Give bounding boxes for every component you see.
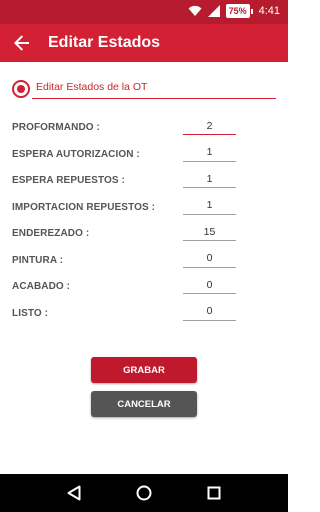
field-label: ACABADO : [12,281,71,292]
ot-underline [32,98,276,99]
field-row-pintura: PINTURA : [12,247,276,274]
field-label: PINTURA : [12,254,64,266]
field-row-espera-autorizacion: ESPERA AUTORIZACION : [12,141,276,168]
page-title: Editar Estados [48,34,161,51]
field-row-enderezado: ENDEREZADO : [12,220,276,247]
espera-autorizacion-input[interactable] [183,143,236,162]
system-nav-bar [0,474,288,512]
field-row-importacion-repuestos: IMPORTACION REPUESTOS : [12,194,276,221]
arrow-left-icon[interactable] [2,24,42,62]
circle-home-icon[interactable] [136,485,152,501]
listo-input[interactable] [183,302,236,321]
signal-icon [207,5,220,17]
field-label: ESPERA REPUESTOS : [12,175,125,186]
field-row-acabado: ACABADO : [12,273,276,300]
triangle-back-icon[interactable] [67,485,81,501]
wifi-icon [188,5,202,17]
pintura-input[interactable] [183,249,236,268]
app-bar: Editar Estados [0,24,288,62]
field-label: ESPERA AUTORIZACION : [12,148,140,160]
field-row-listo: LISTO : [12,300,276,327]
clock: 4:41 [258,5,280,17]
field-label: PROFORMANDO : [12,122,100,133]
square-recents-icon[interactable] [207,486,221,500]
battery-icon: 75% [225,4,253,18]
proformando-input[interactable] [183,117,236,135]
cancel-button[interactable]: CANCELAR [91,391,197,417]
state-fields: PROFORMANDO : ESPERA AUTORIZACION : ESPE… [12,114,276,326]
enderezado-input[interactable] [183,223,236,241]
battery-level: 75% [225,4,250,18]
ot-option-label: Editar Estados de la OT [36,81,148,93]
status-bar: 75% 4:41 [0,0,288,24]
ot-option[interactable]: Editar Estados de la OT [12,78,276,100]
acabado-input[interactable] [183,276,236,294]
importacion-repuestos-input[interactable] [183,196,236,215]
espera-repuestos-input[interactable] [183,170,236,188]
field-label: ENDEREZADO : [12,228,90,239]
field-row-espera-repuestos: ESPERA REPUESTOS : [12,167,276,194]
field-label: IMPORTACION REPUESTOS : [12,201,156,213]
radio-checked-icon[interactable] [12,80,30,98]
save-button[interactable]: GRABAR [91,357,197,383]
field-row-proformando: PROFORMANDO : [12,114,276,141]
field-label: LISTO : [12,307,49,319]
